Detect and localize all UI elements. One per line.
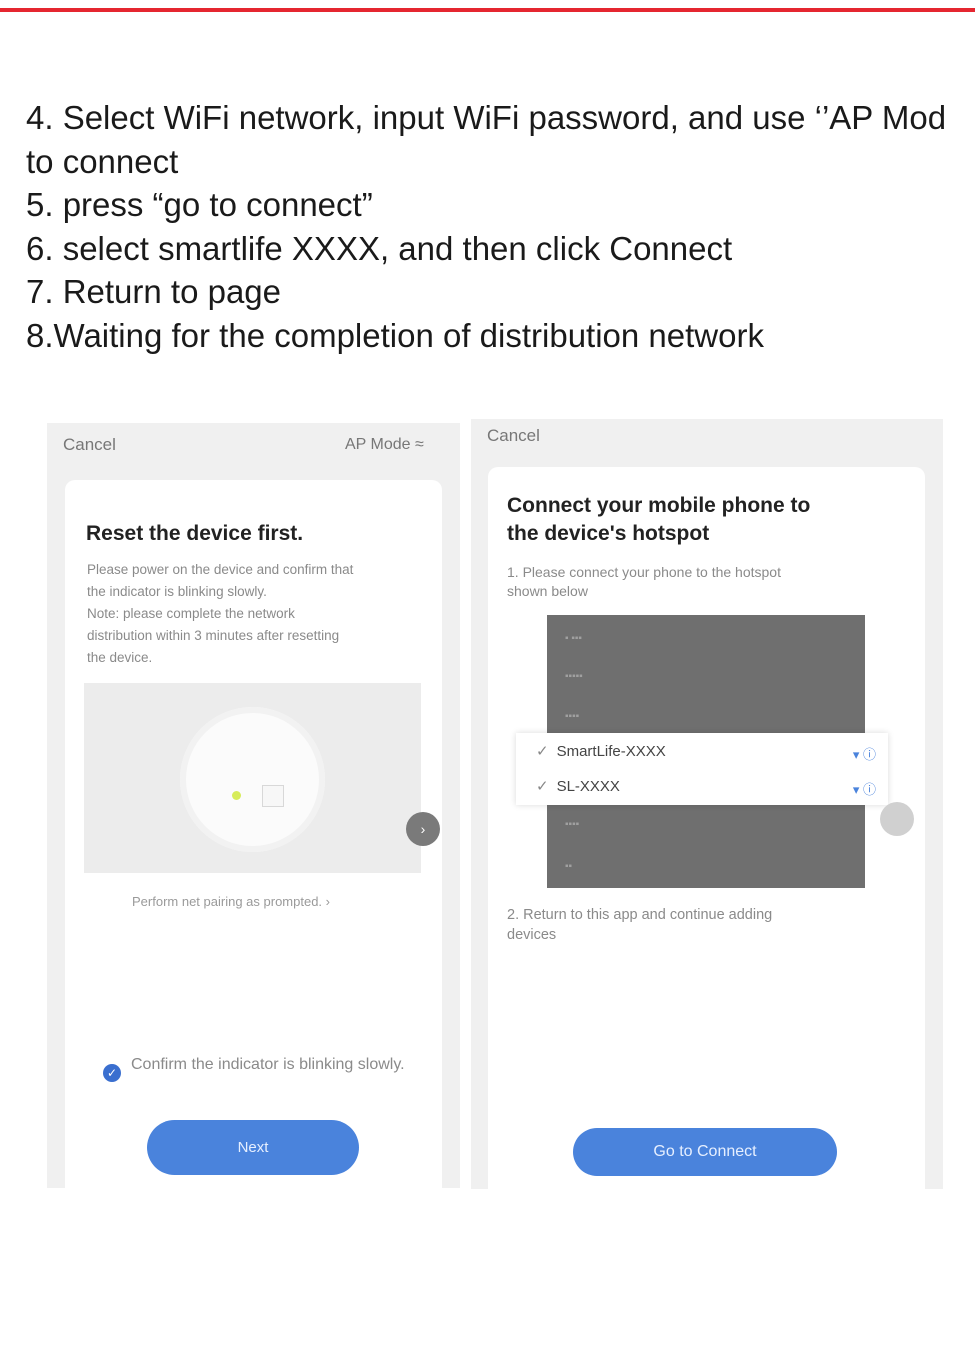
reset-description: Please power on the device and confirm t… [87, 562, 354, 665]
instruction-step-6: 6. select smartlife XXXX, and then click… [26, 229, 733, 267]
device-illustration [84, 683, 421, 873]
cancel-button[interactable]: Cancel [487, 426, 540, 446]
confirm-label: Confirm the indicator is blinking slowly… [131, 1056, 405, 1073]
instruction-list: 4. Select WiFi network, input WiFi passw… [26, 96, 975, 357]
wifi-row-blurred: ▪▪▪▪▪ [565, 671, 583, 682]
confirm-checkbox[interactable]: ✓ [103, 1064, 121, 1082]
wifi-row-blurred: ▪▪▪▪ [565, 711, 580, 722]
go-to-connect-button[interactable]: Go to Connect [573, 1128, 837, 1176]
wifi-item-sl[interactable]: ✓ SL-XXXX [536, 777, 620, 795]
check-icon: ✓ [536, 778, 549, 795]
wifi-info-icon[interactable]: ▾ ⓘ [853, 744, 876, 763]
wifi-highlight-box: ✓ SmartLife-XXXX ▾ ⓘ ✓ SL-XXXX ▾ ⓘ [516, 733, 888, 805]
header-red-line [0, 8, 975, 12]
next-arrow-icon[interactable]: › [406, 812, 440, 846]
instruction-step-5: 5. press “go to connect” [26, 186, 373, 223]
indicator-light-icon [232, 791, 241, 800]
instruction-step-4-cont: to connect [26, 142, 179, 180]
connect-title: Connect your mobile phone to the device'… [507, 494, 811, 545]
ap-mode-selector[interactable]: AP Mode ≈ [345, 436, 424, 454]
cancel-button[interactable]: Cancel [63, 435, 116, 455]
step1-text: 1. Please connect your phone to the hots… [507, 564, 781, 599]
next-button[interactable]: Next [147, 1120, 359, 1175]
wifi-row-blurred: ▪▪▪▪ [565, 819, 580, 830]
screenshot-reset-device: Cancel AP Mode ≈ Reset the device first.… [47, 423, 460, 1188]
reset-button-icon [262, 785, 284, 807]
step2-text: 2. Return to this app and continue addin… [507, 907, 773, 943]
instruction-step-7: 7. Return to page [26, 273, 282, 310]
wifi-info-icon[interactable]: ▾ ⓘ [853, 779, 876, 798]
screenshot-connect-hotspot: Cancel Connect your mobile phone to the … [471, 419, 943, 1189]
instruction-step-8: 8.Waiting for the completion of distribu… [26, 316, 764, 354]
wifi-item-smartlife[interactable]: ✓ SmartLife-XXXX [536, 742, 666, 760]
check-icon: ✓ [536, 743, 549, 760]
next-arrow-icon[interactable] [880, 802, 914, 836]
wifi-row-blurred: ▪▪ [565, 861, 573, 872]
instruction-step-4: 4. Select WiFi network, input WiFi passw… [26, 99, 947, 136]
reset-title: Reset the device first. [86, 522, 304, 545]
device-circle [180, 707, 325, 852]
wifi-row-blurred: ▪ ▪▪▪ [565, 633, 582, 644]
perform-pairing-link[interactable]: Perform net pairing as prompted. › [132, 894, 330, 909]
